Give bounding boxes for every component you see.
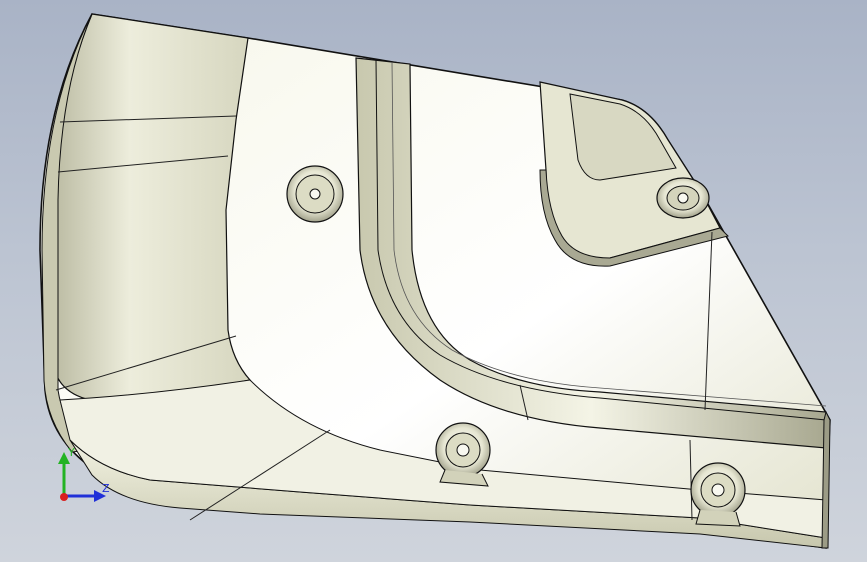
boss-hole-1[interactable]: [286, 165, 344, 223]
axis-triad: Y Z: [44, 440, 124, 520]
z-axis-label: Z: [102, 482, 110, 495]
3d-viewport[interactable]: Y Z: [0, 0, 867, 562]
z-axis-arrow: [64, 490, 106, 502]
boss-hole-2[interactable]: [656, 177, 710, 219]
left-flange-face: [49, 13, 252, 403]
x-axis-dot: [60, 493, 68, 501]
part-model[interactable]: [0, 0, 867, 562]
y-axis-label: Y: [67, 446, 75, 459]
boss-hole-4[interactable]: [690, 462, 746, 527]
boss-hole-3[interactable]: [435, 422, 491, 487]
